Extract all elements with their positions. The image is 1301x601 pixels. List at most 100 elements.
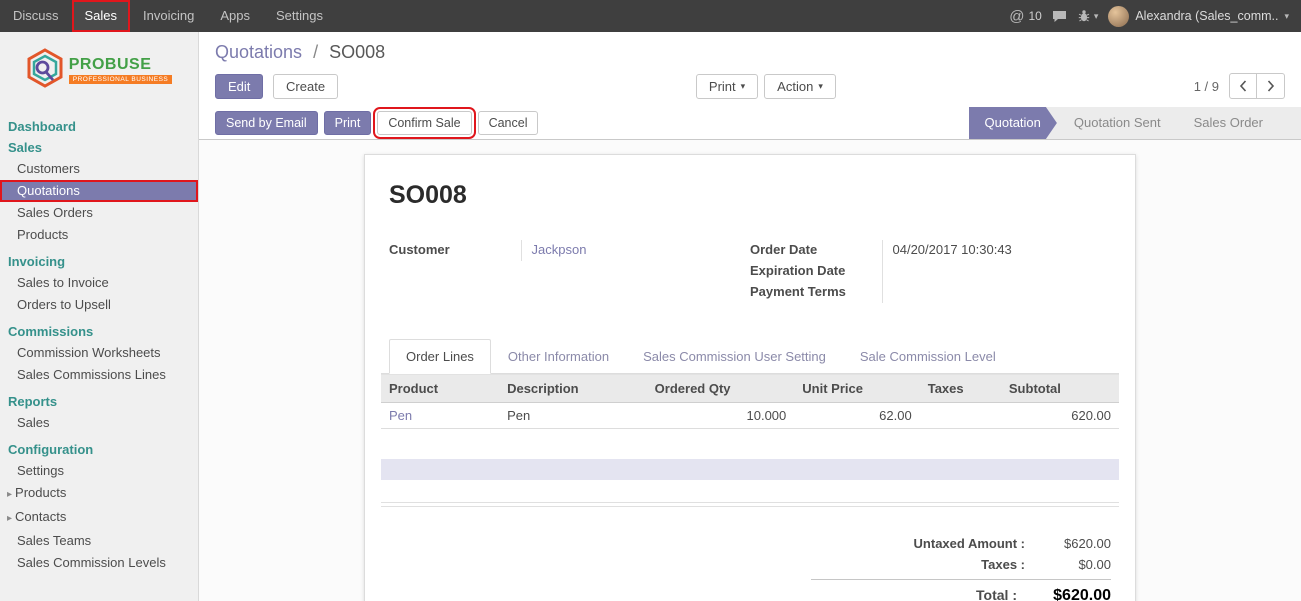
taxes-label: Taxes :: [981, 557, 1025, 572]
company-logo[interactable]: PROBUSE PROFESSIONAL BUSINESS: [0, 32, 198, 102]
column-header-product[interactable]: Product: [381, 375, 499, 403]
create-button[interactable]: Create: [273, 74, 338, 99]
pager-value: 1 / 9: [1194, 79, 1219, 94]
tab-other-information[interactable]: Other Information: [491, 339, 626, 374]
customer-label: Customer: [389, 240, 521, 261]
debug-menu-button[interactable]: ▾: [1077, 9, 1099, 23]
topbar-right: @ 10 ▾ Alexandra (Sales_comm.. ▾: [1009, 0, 1301, 32]
statusbar: Quotation Quotation Sent Sales Order: [969, 107, 1301, 139]
logo-subtitle: PROFESSIONAL BUSINESS: [69, 75, 173, 84]
content-body: SO008 Customer Jackpson: [199, 140, 1301, 601]
status-quotation-sent[interactable]: Quotation Sent: [1048, 107, 1177, 139]
bug-icon: [1077, 9, 1091, 23]
print-dropdown-button[interactable]: Print ▾: [696, 74, 758, 99]
main-content: Quotations / SO008 Edit Create Print ▾: [199, 32, 1301, 601]
sidebar-item-reports-sales[interactable]: Sales: [0, 412, 198, 434]
chevron-left-icon: [1239, 80, 1247, 92]
sidebar-item-commission-worksheets[interactable]: Commission Worksheets: [0, 342, 198, 364]
topbar-menu-discuss[interactable]: Discuss: [0, 0, 72, 32]
topbar-menu-sales[interactable]: Sales: [72, 0, 131, 32]
mention-at-icon: @: [1009, 8, 1024, 25]
sidebar-item-invoicing[interactable]: Invoicing: [0, 251, 198, 272]
column-header-description[interactable]: Description: [499, 375, 647, 403]
column-header-ordered-qty[interactable]: Ordered Qty: [647, 375, 795, 403]
chat-button[interactable]: [1052, 10, 1067, 23]
field-group-right: Order Date 04/20/2017 10:30:43 Expiratio…: [750, 240, 1111, 303]
topbar-menu-invoicing[interactable]: Invoicing: [130, 0, 207, 32]
sidebar-item-customers[interactable]: Customers: [0, 158, 198, 180]
caret-down-icon: ▾: [741, 81, 746, 92]
sidebar-item-sales-commission-levels[interactable]: Sales Commission Levels: [0, 552, 198, 574]
sidebar-item-configuration[interactable]: Configuration: [0, 439, 198, 460]
column-header-unit-price[interactable]: Unit Price: [794, 375, 919, 403]
caret-down-icon: ▾: [1094, 11, 1099, 22]
caret-down-icon: ▾: [1284, 11, 1289, 22]
sidebar-item-orders-to-upsell[interactable]: Orders to Upsell: [0, 294, 198, 316]
topbar: Discuss Sales Invoicing Apps Settings @ …: [0, 0, 1301, 32]
caret-right-icon: ▸: [7, 489, 12, 500]
customer-value[interactable]: Jackpson: [521, 240, 750, 261]
sidebar-item-commissions[interactable]: Commissions: [0, 321, 198, 342]
sidebar-item-config-products[interactable]: ▸Products: [0, 482, 198, 506]
user-menu[interactable]: Alexandra (Sales_comm.. ▾: [1108, 6, 1289, 27]
column-header-taxes[interactable]: Taxes: [920, 375, 1001, 403]
sidebar-item-quotations[interactable]: Quotations: [0, 180, 198, 202]
confirm-sale-button[interactable]: Confirm Sale: [377, 111, 471, 135]
order-date-value: 04/20/2017 10:30:43: [882, 240, 1111, 261]
sidebar-item-sales-commissions-lines[interactable]: Sales Commissions Lines: [0, 364, 198, 386]
sidebar-item-sales[interactable]: Sales: [0, 137, 198, 158]
print-button[interactable]: Print: [324, 111, 372, 135]
cell-description: Pen: [499, 403, 647, 429]
mentions-button[interactable]: @ 10: [1009, 8, 1042, 25]
cancel-button[interactable]: Cancel: [478, 111, 539, 135]
caret-down-icon: ▾: [818, 81, 823, 92]
payment-terms-value: [882, 282, 1111, 303]
topbar-menu-apps[interactable]: Apps: [207, 0, 263, 32]
separator-line: [381, 506, 1119, 507]
untaxed-amount-value: $620.00: [1039, 536, 1111, 551]
pager-previous-button[interactable]: [1229, 73, 1257, 99]
breadcrumb-quotations-link[interactable]: Quotations: [215, 42, 302, 62]
tab-sales-commission-user-setting[interactable]: Sales Commission User Setting: [626, 339, 843, 374]
sidebar-item-sales-teams[interactable]: Sales Teams: [0, 530, 198, 552]
send-by-email-button[interactable]: Send by Email: [215, 111, 318, 135]
page: PROBUSE PROFESSIONAL BUSINESS Dashboard …: [0, 32, 1301, 601]
mention-count: 10: [1028, 9, 1041, 23]
chat-bubble-icon: [1052, 10, 1067, 23]
control-panel: Quotations / SO008 Edit Create Print ▾: [199, 32, 1301, 107]
cell-ordered-qty: 10.000: [647, 403, 795, 429]
topbar-menu-settings[interactable]: Settings: [263, 0, 336, 32]
sidebar-item-sales-orders[interactable]: Sales Orders: [0, 202, 198, 224]
section-band: [381, 459, 1119, 480]
status-sales-order[interactable]: Sales Order: [1168, 107, 1279, 139]
table-row[interactable]: Pen Pen 10.000 62.00 620.00: [381, 403, 1119, 429]
edit-button[interactable]: Edit: [215, 74, 263, 99]
action-dropdown-button[interactable]: Action ▾: [764, 74, 836, 99]
breadcrumb-separator: /: [313, 42, 318, 62]
topbar-menu: Discuss Sales Invoicing Apps Settings: [0, 0, 336, 32]
statusbar-row: Send by Email Print Confirm Sale Cancel …: [199, 107, 1301, 140]
user-name: Alexandra (Sales_comm..: [1135, 9, 1278, 23]
sale-order-sheet: SO008 Customer Jackpson: [364, 154, 1136, 601]
sidebar-item-products[interactable]: Products: [0, 224, 198, 246]
taxes-value: $0.00: [1039, 557, 1111, 572]
avatar: [1108, 6, 1129, 27]
total-label: Total :: [976, 587, 1017, 601]
caret-right-icon: ▸: [7, 513, 12, 524]
column-header-subtotal[interactable]: Subtotal: [1001, 375, 1119, 403]
sidebar-item-reports[interactable]: Reports: [0, 391, 198, 412]
sidebar-item-config-contacts[interactable]: ▸Contacts: [0, 506, 198, 530]
sidebar-item-settings[interactable]: Settings: [0, 460, 198, 482]
tab-sale-commission-level[interactable]: Sale Commission Level: [843, 339, 1013, 374]
sidebar-item-dashboard[interactable]: Dashboard: [0, 116, 198, 137]
tab-order-lines[interactable]: Order Lines: [389, 339, 491, 374]
status-quotation[interactable]: Quotation: [969, 107, 1057, 139]
expiration-date-label: Expiration Date: [750, 261, 882, 282]
sidebar-item-sales-to-invoice[interactable]: Sales to Invoice: [0, 272, 198, 294]
pager-next-button[interactable]: [1257, 73, 1285, 99]
cell-unit-price: 62.00: [794, 403, 919, 429]
logo-title: PROBUSE: [69, 56, 173, 74]
cell-taxes: [920, 403, 1001, 429]
screen: Discuss Sales Invoicing Apps Settings @ …: [0, 0, 1301, 601]
cell-subtotal: 620.00: [1001, 403, 1119, 429]
